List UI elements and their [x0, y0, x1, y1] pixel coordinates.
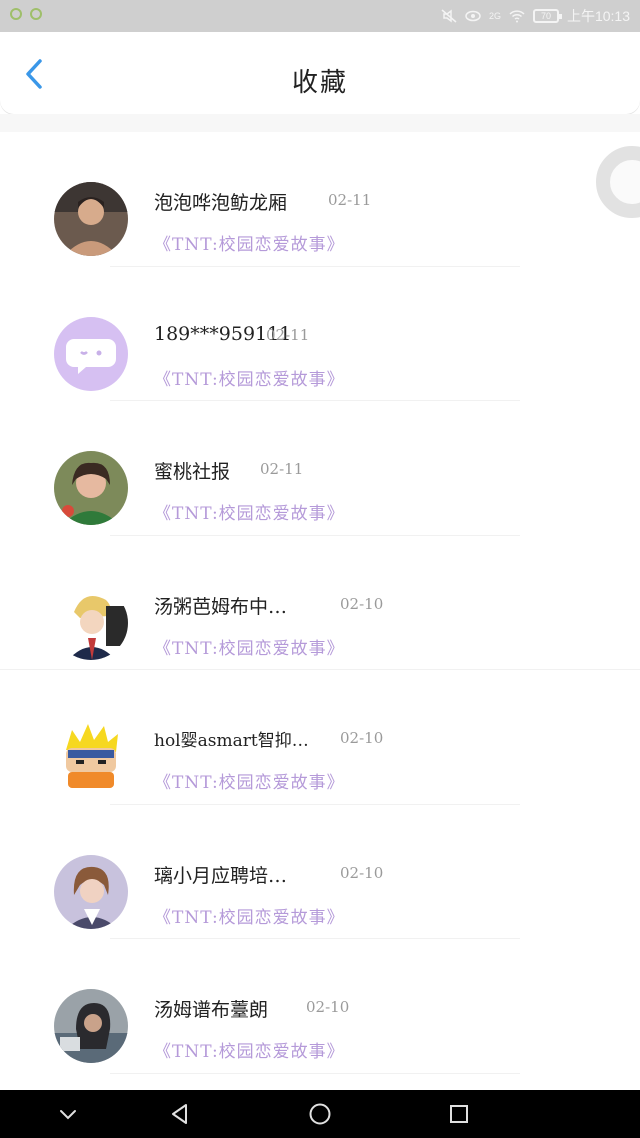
item-story[interactable]: 《TNT:校园恋爱故事》 [154, 903, 345, 928]
item-story[interactable]: 《TNT:校园恋爱故事》 [154, 365, 345, 390]
list-item[interactable]: 汤姆谱布薹朗 02-10 《TNT:校园恋爱故事》 [0, 939, 640, 1074]
item-story[interactable]: 《TNT:校园恋爱故事》 [154, 634, 345, 659]
mute-icon [441, 9, 457, 23]
nav-hide-button[interactable] [52, 1098, 84, 1130]
avatar [54, 451, 128, 525]
network-type: 2G [488, 11, 501, 21]
notification-icon [30, 8, 42, 20]
battery-level: 70 [540, 11, 551, 21]
list-item[interactable]: 汤粥芭姆布中… 02-10 《TNT:校园恋爱故事》 [0, 536, 640, 670]
list-item[interactable]: 189***959111 02-11 《TNT:校园恋爱故事》 [0, 267, 640, 401]
nav-recents-button[interactable] [443, 1098, 475, 1130]
item-date: 02-11 [260, 460, 304, 478]
chevron-down-icon [60, 1110, 76, 1120]
item-name: 泡泡哗泡鲂龙厢 [154, 192, 288, 214]
item-date: 02-11 [328, 191, 372, 209]
list-item[interactable]: 泡泡哗泡鲂龙厢 02-11 《TNT:校园恋爱故事》 [0, 132, 640, 267]
avatar [54, 182, 128, 256]
wifi-icon [509, 9, 525, 23]
avatar [54, 854, 128, 929]
nav-back-button[interactable] [164, 1098, 196, 1130]
status-bar: 2G 70 上午10:13 [0, 0, 640, 32]
list-item[interactable]: hol婴asmart智抑… 02-10 《TNT:校园恋爱故事》 [0, 670, 640, 805]
list-item[interactable]: 蜜桃社报 02-11 《TNT:校园恋爱故事》 [0, 401, 640, 536]
item-name: hol婴asmart智抑… [154, 731, 309, 751]
item-name: 汤姆谱布薹朗 [154, 999, 269, 1021]
list-item[interactable]: 璃小月应聘培… 02-10 《TNT:校园恋爱故事》 [0, 805, 640, 939]
item-name: 璃小月应聘培… [154, 864, 288, 887]
avatar [54, 720, 128, 794]
item-date: 02-10 [340, 729, 384, 747]
avatar [54, 585, 128, 660]
eye-icon [465, 9, 481, 23]
header: 收藏 [0, 32, 640, 114]
avatar [54, 989, 128, 1063]
notification-icon [10, 8, 22, 20]
home-circle-icon [309, 1103, 331, 1125]
favorites-list: 泡泡哗泡鲂龙厢 02-11 《TNT:校园恋爱故事》 189***959111 … [0, 132, 640, 1074]
divider [110, 1072, 520, 1074]
battery-icon: 70 [532, 9, 562, 23]
item-name: 蜜桃社报 [154, 461, 231, 483]
item-date: 02-10 [340, 863, 384, 882]
navigation-bar [0, 1090, 640, 1138]
item-name: 汤粥芭姆布中… [154, 595, 288, 618]
header-divider [0, 114, 640, 132]
chat-bubble-icon [54, 316, 128, 391]
avatar [54, 316, 128, 391]
recents-square-icon [450, 1105, 468, 1123]
item-story[interactable]: 《TNT:校园恋爱故事》 [154, 230, 345, 255]
item-story[interactable]: 《TNT:校园恋爱故事》 [154, 768, 345, 793]
page-title: 收藏 [291, 68, 348, 98]
nav-home-button[interactable] [304, 1098, 336, 1130]
item-date: 02-10 [306, 998, 350, 1016]
item-story[interactable]: 《TNT:校园恋爱故事》 [154, 1037, 345, 1062]
item-date: 02-11 [266, 325, 310, 344]
status-time: 上午10:13 [566, 8, 630, 24]
item-story[interactable]: 《TNT:校园恋爱故事》 [154, 499, 345, 524]
back-triangle-icon [172, 1104, 187, 1124]
item-date: 02-10 [340, 594, 384, 613]
